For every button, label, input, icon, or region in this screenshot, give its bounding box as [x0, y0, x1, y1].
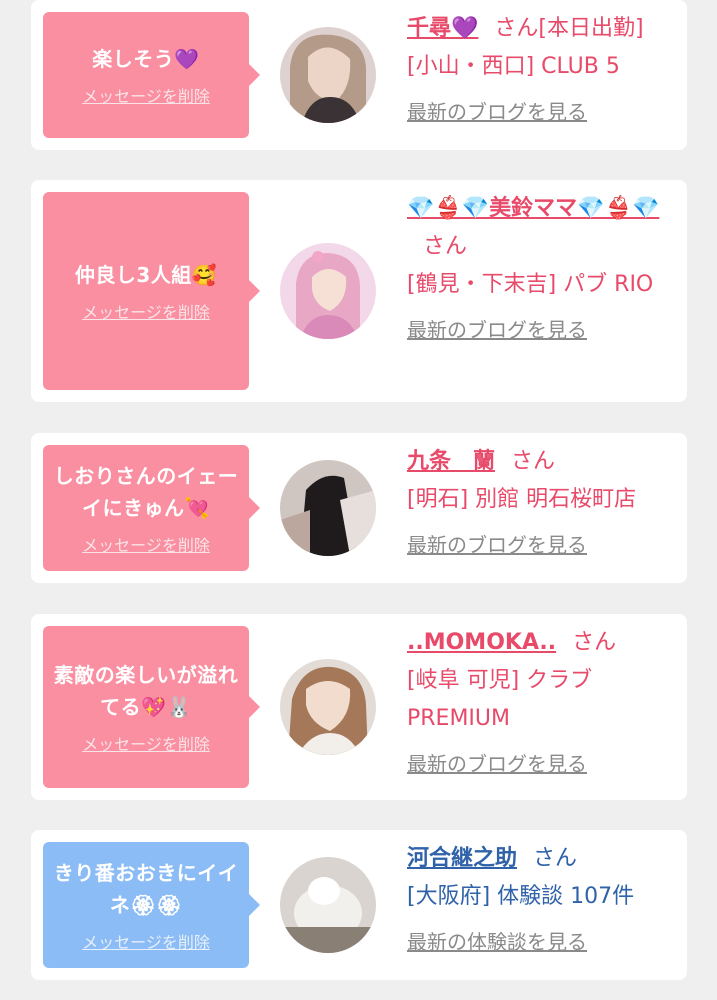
message-text: きり番おおきにイイネ🏵🏵 — [53, 861, 239, 917]
delete-message-link[interactable]: メッセージを削除 — [82, 83, 210, 107]
shop-label: [鶴見・下末吉] パブ RIO — [407, 272, 654, 297]
latest-blog-link[interactable]: 最新のブログを見る — [407, 314, 587, 343]
profile-info: 千尋💜 さん[本日出勤] [小山・西口] CLUB 5 最新のブログを見る — [407, 10, 677, 125]
avatar[interactable] — [280, 27, 376, 123]
honorific: さん — [572, 630, 617, 655]
latest-blog-link[interactable]: 最新のブログを見る — [407, 748, 587, 777]
list-item: きり番おおきにイイネ🏵🏵 メッセージを削除 河合継之助 さん [大阪府] 体験談 … — [31, 830, 687, 980]
list-item: 楽しそう💜 メッセージを削除 千尋💜 さん[本日出勤] [小山・西口] CLUB … — [31, 0, 687, 150]
profile-name-link[interactable]: 💎👙💎美鈴ママ💎👙💎 — [407, 196, 659, 221]
honorific: さん[本日出勤] — [494, 16, 644, 41]
profile-info: 河合継之助 さん [大阪府] 体験談 107件 最新の体験談を見る — [407, 840, 677, 955]
avatar[interactable] — [280, 460, 376, 556]
latest-blog-link[interactable]: 最新のブログを見る — [407, 96, 587, 125]
message-text: 素敵の楽しいが溢れてる💖🐰 — [53, 663, 239, 719]
message-text: しおりさんのイェーイにきゅん💘 — [53, 464, 239, 520]
avatar[interactable] — [280, 857, 376, 953]
delete-message-link[interactable]: メッセージを削除 — [82, 299, 210, 323]
latest-experience-link[interactable]: 最新の体験談を見る — [407, 926, 587, 955]
profile-name-link[interactable]: 千尋💜 — [407, 16, 478, 41]
message-bubble: 素敵の楽しいが溢れてる💖🐰 メッセージを削除 — [43, 626, 260, 788]
shop-label: [岐阜 可児] クラブ PREMIUM — [407, 668, 593, 731]
message-bubble: 仲良し3人組🥰 メッセージを削除 — [43, 192, 260, 390]
message-text: 仲良し3人組🥰 — [74, 263, 218, 287]
shop-label: [明石] 別館 明石桜町店 — [407, 487, 637, 512]
profile-name-link[interactable]: ..MOMOKA.. — [407, 630, 556, 655]
latest-blog-link[interactable]: 最新のブログを見る — [407, 529, 587, 558]
shop-label: [小山・西口] CLUB 5 — [407, 54, 620, 79]
honorific: さん — [511, 449, 556, 474]
delete-message-link[interactable]: メッセージを削除 — [82, 731, 210, 755]
profile-name-link[interactable]: 河合継之助 — [407, 846, 517, 871]
message-bubble: しおりさんのイェーイにきゅん💘 メッセージを削除 — [43, 445, 260, 571]
list-item: しおりさんのイェーイにきゅん💘 メッセージを削除 九条 蘭さん [明石] 別館 … — [31, 433, 687, 583]
message-text: 楽しそう💜 — [92, 47, 200, 71]
list-item: 仲良し3人組🥰 メッセージを削除 💎👙💎美鈴ママ💎👙💎 さん [鶴見・下末吉] パ… — [31, 180, 687, 402]
profile-info: ..MOMOKA.. さん [岐阜 可児] クラブ PREMIUM 最新のブログを… — [407, 624, 677, 777]
profile-info: 💎👙💎美鈴ママ💎👙💎 さん [鶴見・下末吉] パブ RIO 最新のブログを見る — [407, 190, 677, 343]
profile-name-link[interactable]: 九条 蘭 — [407, 449, 495, 474]
avatar[interactable] — [280, 659, 376, 755]
message-list: 楽しそう💜 メッセージを削除 千尋💜 さん[本日出勤] [小山・西口] CLUB … — [0, 0, 717, 1000]
delete-message-link[interactable]: メッセージを削除 — [82, 929, 210, 953]
message-bubble: 楽しそう💜 メッセージを削除 — [43, 12, 260, 138]
avatar[interactable] — [280, 243, 376, 339]
delete-message-link[interactable]: メッセージを削除 — [82, 532, 210, 556]
honorific: さん — [423, 234, 468, 259]
profile-info: 九条 蘭さん [明石] 別館 明石桜町店 最新のブログを見る — [407, 443, 677, 558]
honorific: さん — [533, 846, 578, 871]
shop-label: [大阪府] 体験談 107件 — [407, 884, 635, 909]
list-item: 素敵の楽しいが溢れてる💖🐰 メッセージを削除 ..MOMOKA.. さん [岐阜 … — [31, 614, 687, 800]
message-bubble: きり番おおきにイイネ🏵🏵 メッセージを削除 — [43, 842, 260, 968]
